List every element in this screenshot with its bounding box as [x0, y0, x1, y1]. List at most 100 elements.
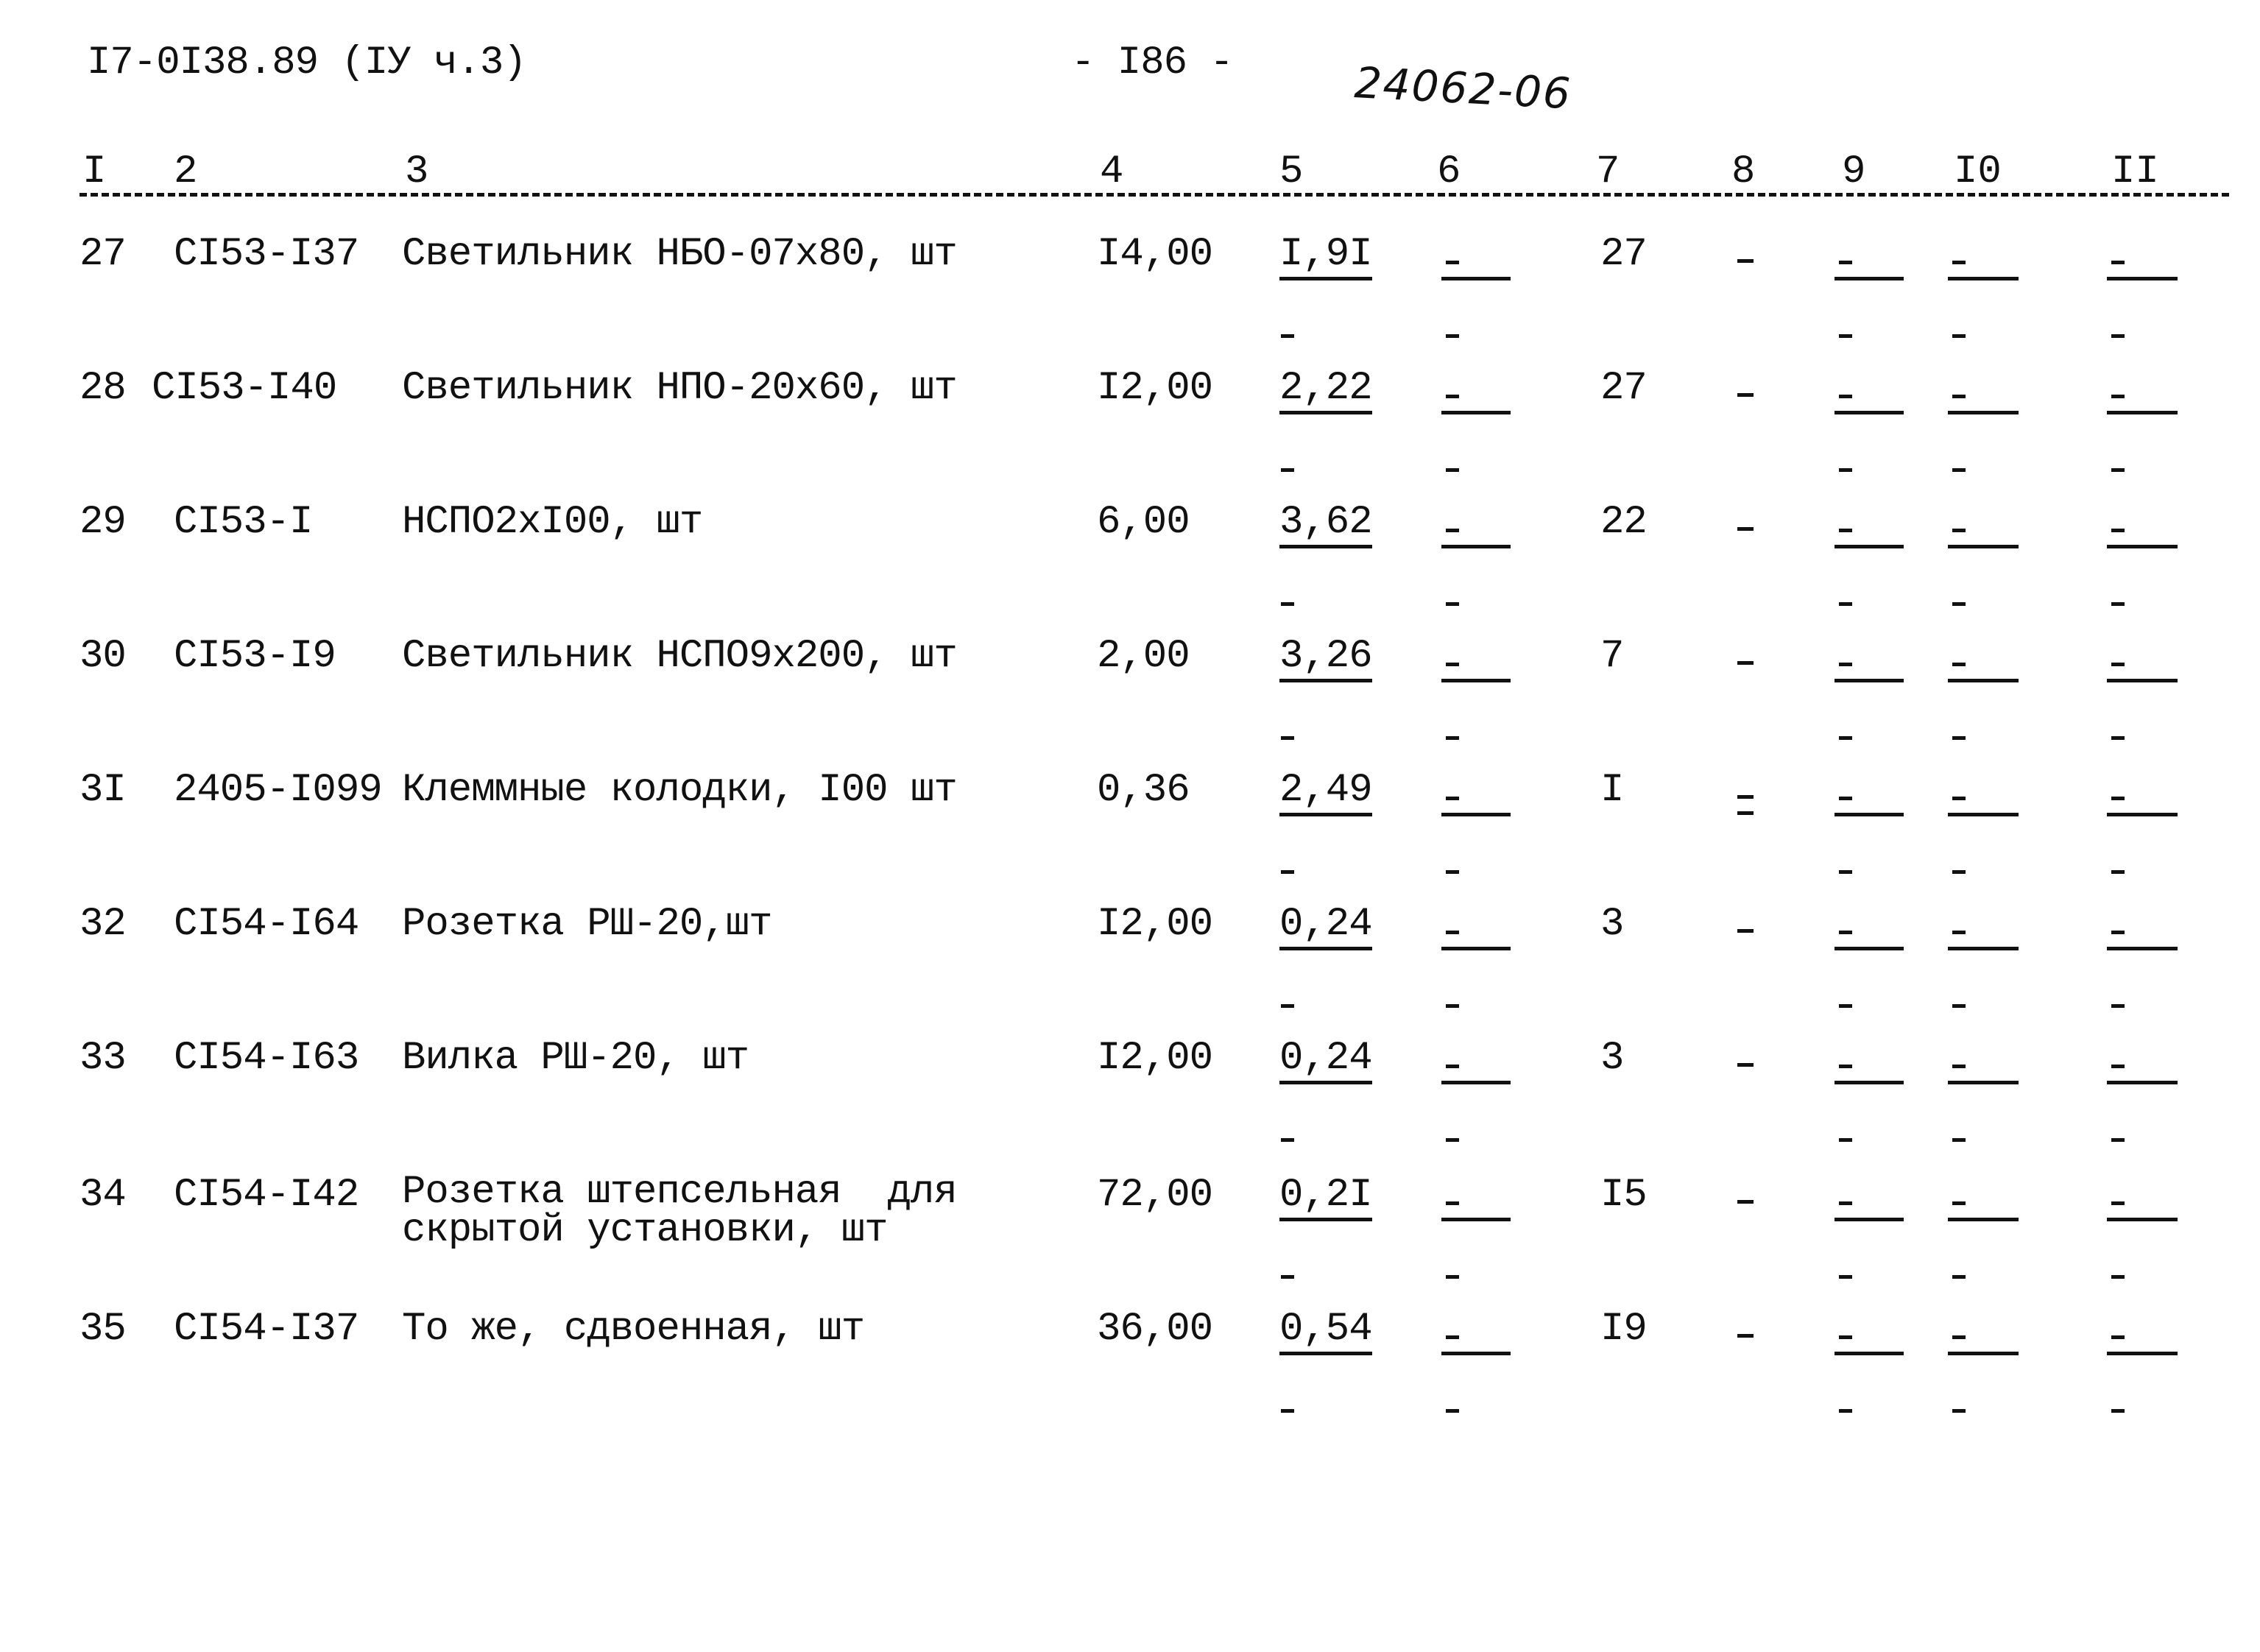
rate-code: 2405-I099 — [174, 768, 383, 813]
dash-top — [1446, 1335, 1459, 1339]
row-number: 35 — [80, 1307, 127, 1352]
dash-underline — [2107, 545, 2178, 548]
dash-bottom — [1952, 1004, 1966, 1008]
dash-bottom — [1446, 334, 1459, 338]
column-number: II — [2111, 149, 2159, 194]
dash-underline — [1835, 1218, 1904, 1221]
table-row: 34 CI54-I42 Розетка штепсельная для скрыто… — [0, 1173, 2260, 1306]
column-8-dash — [1737, 929, 1754, 933]
rate-code: CI53-I37 — [174, 232, 359, 277]
column-number: 7 — [1596, 149, 1620, 194]
rate-code: CI53-I40 — [152, 366, 337, 411]
row-number: 27 — [80, 232, 127, 277]
dash-top — [2111, 261, 2125, 264]
unit-cost-below-dash — [1281, 1004, 1294, 1008]
dash-underline — [2107, 947, 2178, 950]
unit-cost: I,9I — [1279, 233, 1373, 280]
dash-top — [1839, 261, 1852, 264]
unit-cost: 0,24 — [1279, 903, 1373, 950]
column-8-dash — [1737, 259, 1754, 263]
quantity: I4,00 — [1097, 232, 1213, 277]
page-number: - I86 - — [1071, 40, 1234, 85]
quantity: 6,00 — [1097, 500, 1190, 545]
column-7-value: 22 — [1600, 500, 1648, 545]
dash-bottom — [1839, 1275, 1852, 1279]
dash-top — [1839, 395, 1852, 398]
dash-bottom — [1446, 870, 1459, 874]
unit-cost-value: 0,2I — [1279, 1175, 1373, 1221]
item-description: Клеммные колодки, I00 шт — [402, 768, 958, 813]
column-8-dash — [1737, 795, 1754, 815]
dash-bottom — [1952, 334, 1966, 338]
dash-bottom — [1446, 602, 1459, 606]
column-8-dash — [1737, 527, 1754, 531]
dash-underline — [1948, 277, 2019, 280]
dash-top — [1952, 395, 1966, 398]
item-description: Розетка штепсельная для скрытой установк… — [402, 1170, 958, 1253]
rate-code: CI54-I42 — [174, 1173, 359, 1218]
item-description: Светильник НБО-07х80, шт — [402, 232, 958, 277]
unit-cost: 3,62 — [1279, 501, 1373, 548]
unit-cost-below-dash — [1281, 736, 1294, 740]
row-number: 32 — [80, 902, 127, 947]
rate-code: CI53-I9 — [174, 634, 336, 679]
quantity: 2,00 — [1097, 634, 1190, 679]
row-number: 33 — [80, 1036, 127, 1081]
unit-cost-below-dash — [1281, 468, 1294, 472]
column-8-dash — [1737, 1063, 1754, 1067]
dash-underline — [1835, 1081, 1904, 1084]
dash-bottom — [1446, 1004, 1459, 1008]
dash-bottom — [1839, 468, 1852, 472]
item-description: Розетка РШ-20,шт — [402, 902, 772, 947]
quantity: 36,00 — [1097, 1307, 1213, 1352]
dash-underline — [1948, 813, 2019, 816]
dash-underline — [1835, 813, 1904, 816]
dash-bottom — [1952, 736, 1966, 740]
unit-cost-value: I,9I — [1279, 234, 1373, 280]
unit-cost-below-dash — [1281, 334, 1294, 338]
dash-top — [1952, 931, 1966, 934]
dash-top — [1839, 529, 1852, 532]
dash-bottom — [1839, 1004, 1852, 1008]
column-7-value: 3 — [1600, 1036, 1624, 1081]
dash-bottom — [2111, 736, 2125, 740]
dash-underline — [1835, 947, 1904, 950]
unit-cost: 0,2I — [1279, 1173, 1373, 1221]
dash-top — [1839, 1335, 1852, 1339]
dash-top — [1839, 1201, 1852, 1205]
quantity: I2,00 — [1097, 902, 1213, 947]
dash-bottom — [1839, 602, 1852, 606]
dash-top — [1952, 797, 1966, 800]
dash-top — [1446, 931, 1459, 934]
dash-underline — [2107, 813, 2178, 816]
column-8-dash — [1737, 1334, 1754, 1338]
unit-cost: 0,24 — [1279, 1037, 1373, 1084]
table-row: 30 CI53-I9 Светильник НСПО9х200, шт 2,00 3,2… — [0, 635, 2260, 767]
column-8-dash — [1737, 1200, 1754, 1204]
table-row: 29 CI53-I НСПО2хI00, шт 6,00 3,62 22 — [0, 501, 2260, 633]
column-7-value: 7 — [1600, 634, 1624, 679]
unit-cost-value: 2,22 — [1279, 368, 1373, 414]
dash-bottom — [1446, 468, 1459, 472]
dash-top — [1952, 1201, 1966, 1205]
quantity: 72,00 — [1097, 1173, 1213, 1218]
dash-bottom — [1839, 870, 1852, 874]
rate-code: CI54-I64 — [174, 902, 359, 947]
column-header-dashed-line — [80, 193, 2229, 197]
dash-underline — [1948, 947, 2019, 950]
table-row: 33 CI54-I63 Вилка РШ-20, шт I2,00 0,24 3 — [0, 1037, 2260, 1169]
unit-cost: 0,54 — [1279, 1307, 1373, 1355]
dash-underline — [1835, 1352, 1904, 1355]
dash-underline — [1441, 545, 1511, 548]
dash-top — [1839, 1065, 1852, 1068]
column-number: 8 — [1731, 149, 1756, 194]
column-7-value: I9 — [1600, 1307, 1648, 1352]
dash-top — [1839, 797, 1852, 800]
column-7-value: I — [1600, 768, 1624, 813]
dash-underline — [1441, 1352, 1511, 1355]
dash-bottom — [1839, 736, 1852, 740]
dash-underline — [2107, 1352, 2178, 1355]
unit-cost-value: 3,62 — [1279, 502, 1373, 548]
unit-cost-value: 0,54 — [1279, 1309, 1373, 1355]
table-row: 28 CI53-I40 Светильник НПО-20х60, шт I2,00 2… — [0, 367, 2260, 499]
